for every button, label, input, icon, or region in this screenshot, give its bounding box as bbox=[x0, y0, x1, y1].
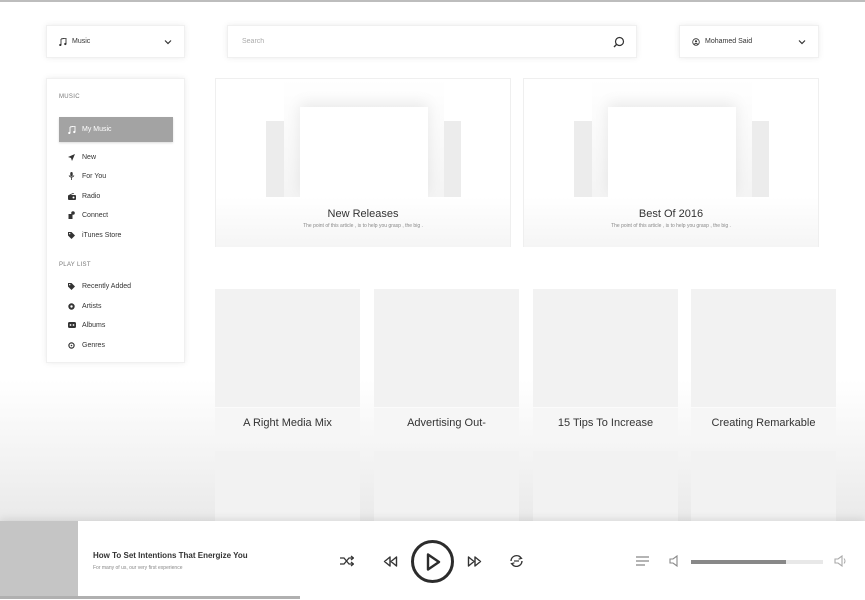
sidebar-item-label: Artists bbox=[82, 302, 102, 310]
artist-icon bbox=[67, 302, 76, 310]
play-button[interactable] bbox=[411, 540, 454, 583]
user-icon bbox=[692, 37, 700, 46]
sidebar-item-label: Genres bbox=[82, 341, 105, 349]
sidebar-item-for-you[interactable]: For You bbox=[67, 170, 106, 182]
user-name: Mohamed Said bbox=[705, 38, 753, 45]
category-dropdown[interactable]: Music bbox=[46, 25, 185, 58]
sidebar-section-title: PLAY LIST bbox=[59, 262, 91, 268]
now-playing-cover bbox=[0, 521, 78, 597]
repeat-icon[interactable] bbox=[509, 554, 524, 568]
sidebar-item-label: My Music bbox=[82, 126, 112, 133]
tile-card[interactable] bbox=[374, 451, 519, 526]
tile-card[interactable]: A Right Media Mix bbox=[215, 289, 360, 437]
tile-card[interactable] bbox=[533, 451, 678, 526]
now-playing-subtitle: For many of us, our very first experienc… bbox=[93, 565, 183, 571]
cover-image bbox=[608, 107, 736, 197]
tag-icon bbox=[67, 231, 76, 239]
chevron-down-icon bbox=[164, 39, 172, 45]
connect-icon bbox=[67, 211, 76, 219]
sidebar: MUSIC My Music New For You Radio Connect bbox=[46, 78, 185, 363]
playlist-icon[interactable] bbox=[636, 556, 649, 566]
sidebar-section-title: MUSIC bbox=[59, 94, 80, 100]
sidebar-item-recently-added[interactable]: Recently Added bbox=[67, 280, 131, 292]
tile-card[interactable] bbox=[691, 451, 836, 526]
cover-image bbox=[300, 107, 428, 197]
sidebar-item-label: iTunes Store bbox=[82, 231, 122, 239]
sidebar-item-my-music[interactable]: My Music bbox=[59, 117, 173, 142]
search-bar bbox=[227, 25, 637, 58]
play-icon bbox=[426, 552, 440, 571]
volume-slider[interactable] bbox=[691, 560, 823, 564]
sidebar-item-label: Connect bbox=[82, 211, 109, 219]
fast-forward-icon[interactable] bbox=[467, 556, 482, 567]
player-bar: How To Set Intentions That Energize You … bbox=[0, 521, 865, 600]
bottom-progress-line bbox=[0, 596, 300, 599]
sidebar-item-artists[interactable]: Artists bbox=[67, 300, 101, 312]
genre-icon bbox=[67, 341, 76, 349]
feature-title: Best Of 2016 bbox=[638, 208, 704, 220]
microphone-icon bbox=[67, 172, 76, 180]
tile-title: A Right Media Mix bbox=[215, 407, 360, 437]
search-icon[interactable] bbox=[613, 36, 625, 48]
tile-card[interactable] bbox=[215, 451, 360, 526]
feature-title: New Releases bbox=[327, 208, 399, 220]
search-input[interactable] bbox=[242, 31, 613, 52]
sidebar-item-new[interactable]: New bbox=[67, 151, 96, 163]
tag-icon bbox=[67, 282, 76, 290]
feature-caption: New Releases The point of this article ,… bbox=[216, 197, 510, 247]
volume-slider-fill bbox=[691, 560, 787, 564]
chevron-down-icon bbox=[798, 39, 806, 45]
rewind-icon[interactable] bbox=[383, 556, 398, 567]
now-playing-title: How To Set Intentions That Energize You bbox=[93, 551, 248, 560]
sidebar-item-genres[interactable]: Genres bbox=[67, 339, 105, 351]
feature-subtitle: The point of this article , is to help y… bbox=[611, 223, 731, 229]
music-note-icon bbox=[68, 125, 76, 134]
send-icon bbox=[67, 153, 76, 161]
feature-card-new-releases[interactable]: New Releases The point of this article ,… bbox=[215, 78, 511, 247]
tile-card[interactable]: 15 Tips To Increase bbox=[533, 289, 678, 437]
music-note-icon bbox=[59, 37, 67, 46]
album-icon bbox=[67, 322, 76, 328]
tile-title: Advertising Out- bbox=[374, 407, 519, 437]
radio-icon bbox=[67, 192, 76, 200]
tile-card[interactable]: Advertising Out- bbox=[374, 289, 519, 437]
volume-high-icon[interactable] bbox=[834, 555, 848, 567]
volume-low-icon[interactable] bbox=[669, 555, 681, 567]
top-border bbox=[0, 0, 865, 2]
sidebar-item-label: New bbox=[82, 153, 97, 161]
user-dropdown[interactable]: Mohamed Said bbox=[679, 25, 819, 58]
sidebar-item-label: Radio bbox=[82, 192, 101, 200]
sidebar-item-albums[interactable]: Albums bbox=[67, 319, 105, 331]
category-label: Music bbox=[72, 38, 91, 45]
sidebar-item-label: For You bbox=[82, 172, 107, 180]
feature-caption: Best Of 2016 The point of this article ,… bbox=[524, 197, 818, 247]
sidebar-item-radio[interactable]: Radio bbox=[67, 190, 100, 202]
tile-card[interactable]: Creating Remarkable bbox=[691, 289, 836, 437]
tile-title: Creating Remarkable bbox=[691, 407, 836, 437]
sidebar-item-connect[interactable]: Connect bbox=[67, 209, 108, 221]
sidebar-item-itunes-store[interactable]: iTunes Store bbox=[67, 229, 121, 241]
feature-card-best-of-2016[interactable]: Best Of 2016 The point of this article ,… bbox=[523, 78, 819, 247]
tile-title: 15 Tips To Increase bbox=[533, 407, 678, 437]
feature-subtitle: The point of this article , is to help y… bbox=[303, 223, 423, 229]
shuffle-icon[interactable] bbox=[340, 555, 354, 567]
sidebar-item-label: Albums bbox=[82, 321, 106, 329]
sidebar-item-label: Recently Added bbox=[82, 282, 132, 290]
